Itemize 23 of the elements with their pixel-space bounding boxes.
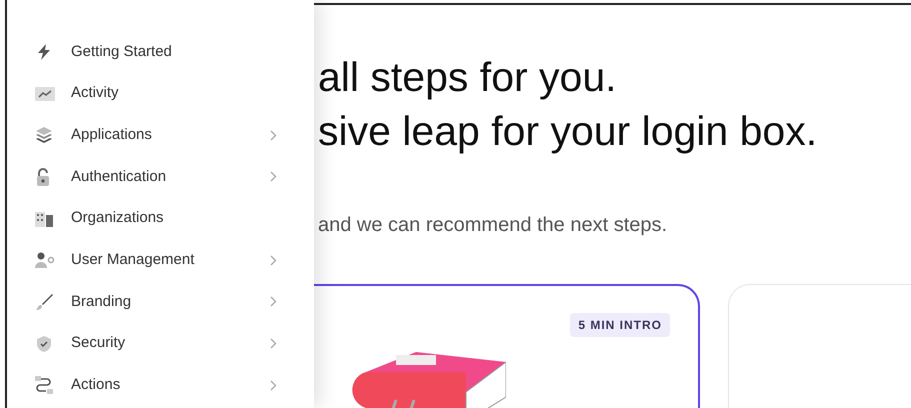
layers-icon: [35, 126, 53, 144]
flow-icon: [35, 376, 53, 394]
heading-line: sive leap for your login box.: [318, 107, 818, 156]
sidebar-item[interactable]: Organizations: [35, 198, 277, 240]
duration-badge: 5 MIN INTRO: [570, 313, 670, 337]
user-gear-icon: [35, 252, 55, 268]
padlock-icon: [35, 168, 51, 186]
shield-check-icon: [35, 334, 53, 353]
sidebar-item[interactable]: Getting Started: [35, 31, 277, 73]
sidebar-item[interactable]: Activity: [35, 72, 277, 114]
paintbrush-icon: [35, 292, 53, 311]
subtitle: and we can recommend the next steps.: [318, 213, 668, 238]
trend-chart-icon: [35, 86, 55, 101]
card[interactable]: 5 MIN INTRO: [314, 284, 700, 408]
heading-line: all steps for you.: [318, 53, 618, 102]
building-icon: [35, 210, 53, 227]
sidebar-item[interactable]: User Management: [35, 239, 277, 282]
bolt-icon: [35, 42, 53, 61]
sidebar-item[interactable]: Branding: [35, 281, 277, 323]
sidebar-item[interactable]: Applications: [35, 114, 277, 156]
sidebar-item[interactable]: Security: [35, 322, 277, 364]
sidebar-item[interactable]: Authentication: [35, 156, 277, 198]
sidebar-item[interactable]: Actions: [35, 364, 277, 406]
